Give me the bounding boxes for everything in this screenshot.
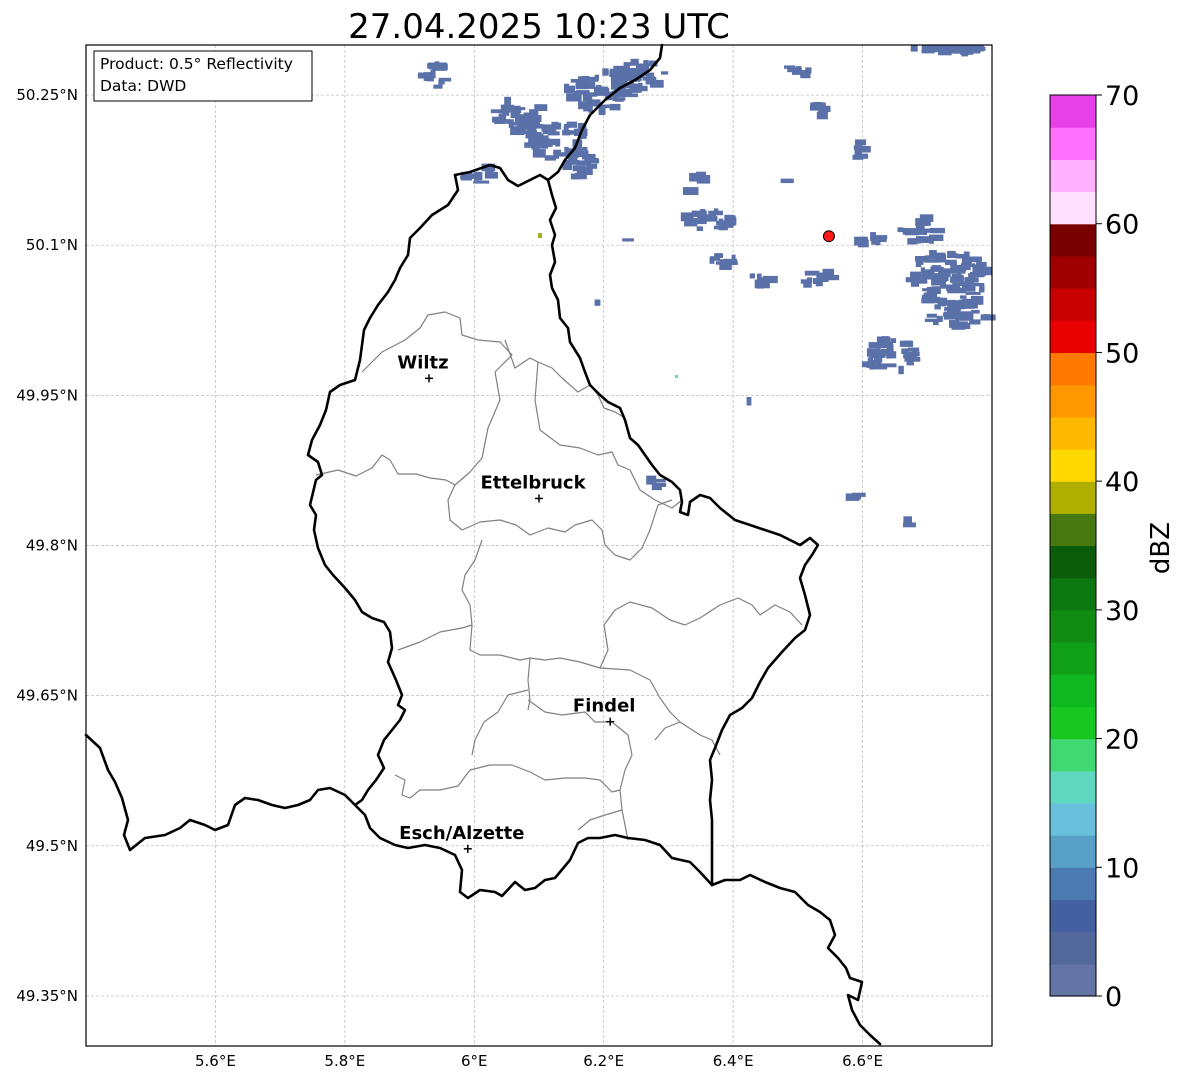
info-data-source: Data: DWD [100,77,186,95]
lon-tick-label: 6.6°E [842,1052,883,1070]
lat-tick-label: 49.5°N [26,837,78,855]
longitude-tick-labels: 5.6°E 5.8°E 6°E 6.2°E 6.4°E 6.6°E [195,1052,883,1070]
colorbar-band [1050,802,1096,836]
colorbar-band [1050,642,1096,675]
colorbar-band [1050,706,1096,740]
colorbar-tick-label: 60 [1105,210,1139,241]
colorbar-band [1050,545,1096,579]
colorbar-band [1050,835,1096,868]
colorbar-band [1050,191,1096,225]
latitude-tick-labels: 50.25°N 50.1°N 49.95°N 49.8°N 49.65°N 49.5°N 4… [16,86,78,1005]
city-label: Findel [573,696,636,717]
colorbar: 0 10 20 30 40 50 60 70 dBZ [1049,81,1176,1013]
colorbar-band [1050,931,1096,965]
lon-tick-label: 6.2°E [583,1052,624,1070]
colorbar-band [1050,963,1096,997]
lon-tick-label: 6°E [461,1052,488,1070]
lon-tick-label: 5.8°E [324,1052,365,1070]
map-axes: Wiltz Ettelbruck Findel Esch/Alzette Produc… [84,43,996,1047]
radar-site-marker [822,230,835,243]
colorbar-band [1050,609,1096,643]
colorbar-band [1050,320,1096,354]
lat-tick-label: 49.65°N [16,687,78,705]
lon-tick-label: 5.6°E [195,1052,236,1070]
colorbar-tick-label: 30 [1105,596,1139,627]
lat-tick-label: 50.1°N [26,236,78,254]
city-label: Wiltz [397,352,448,373]
lat-tick-label: 50.25°N [16,86,78,104]
colorbar-band [1050,288,1096,321]
colorbar-ticks: 0 10 20 30 40 50 60 70 [1096,81,1139,1013]
lat-tick-label: 49.95°N [16,386,78,404]
lat-tick-label: 49.8°N [26,537,78,555]
colorbar-band [1050,352,1096,386]
colorbar-tick-label: 0 [1105,982,1122,1013]
colorbar-band [1050,899,1096,933]
colorbar-band [1050,674,1096,707]
colorbar-band [1050,770,1096,804]
info-box: Product: 0.5° Reflectivity Data: DWD [93,50,313,102]
colorbar-band [1050,867,1096,901]
colorbar-band [1050,448,1096,482]
colorbar-band [1050,481,1096,514]
colorbar-bands [1050,95,1096,997]
city-label: Ettelbruck [480,472,586,493]
lon-tick-label: 6.4°E [713,1052,754,1070]
colorbar-band [1050,738,1096,772]
colorbar-band [1050,95,1096,128]
colorbar-tick-label: 50 [1105,338,1139,369]
radar-map-figure: 27.04.2025 10:23 UTC Wiltz Ettelbruck Find… [0,0,1184,1081]
figure-canvas: 27.04.2025 10:23 UTC Wiltz Ettelbruck Find… [16,7,1176,1070]
colorbar-band [1050,513,1096,547]
colorbar-tick-label: 40 [1105,467,1139,498]
lat-tick-label: 49.35°N [16,987,78,1005]
colorbar-band [1050,127,1096,160]
colorbar-band [1050,416,1096,450]
colorbar-label: dBZ [1146,522,1176,574]
map-title: 27.04.2025 10:23 UTC [348,7,730,47]
colorbar-band [1050,384,1096,418]
colorbar-band [1050,159,1096,193]
colorbar-tick-label: 10 [1105,853,1139,884]
colorbar-band [1050,223,1096,257]
info-product: Product: 0.5° Reflectivity [100,55,293,73]
colorbar-band [1050,255,1096,289]
colorbar-tick-label: 20 [1105,725,1139,756]
colorbar-tick-label: 70 [1105,81,1139,112]
colorbar-band [1050,577,1096,611]
city-label: Esch/Alzette [399,823,524,844]
